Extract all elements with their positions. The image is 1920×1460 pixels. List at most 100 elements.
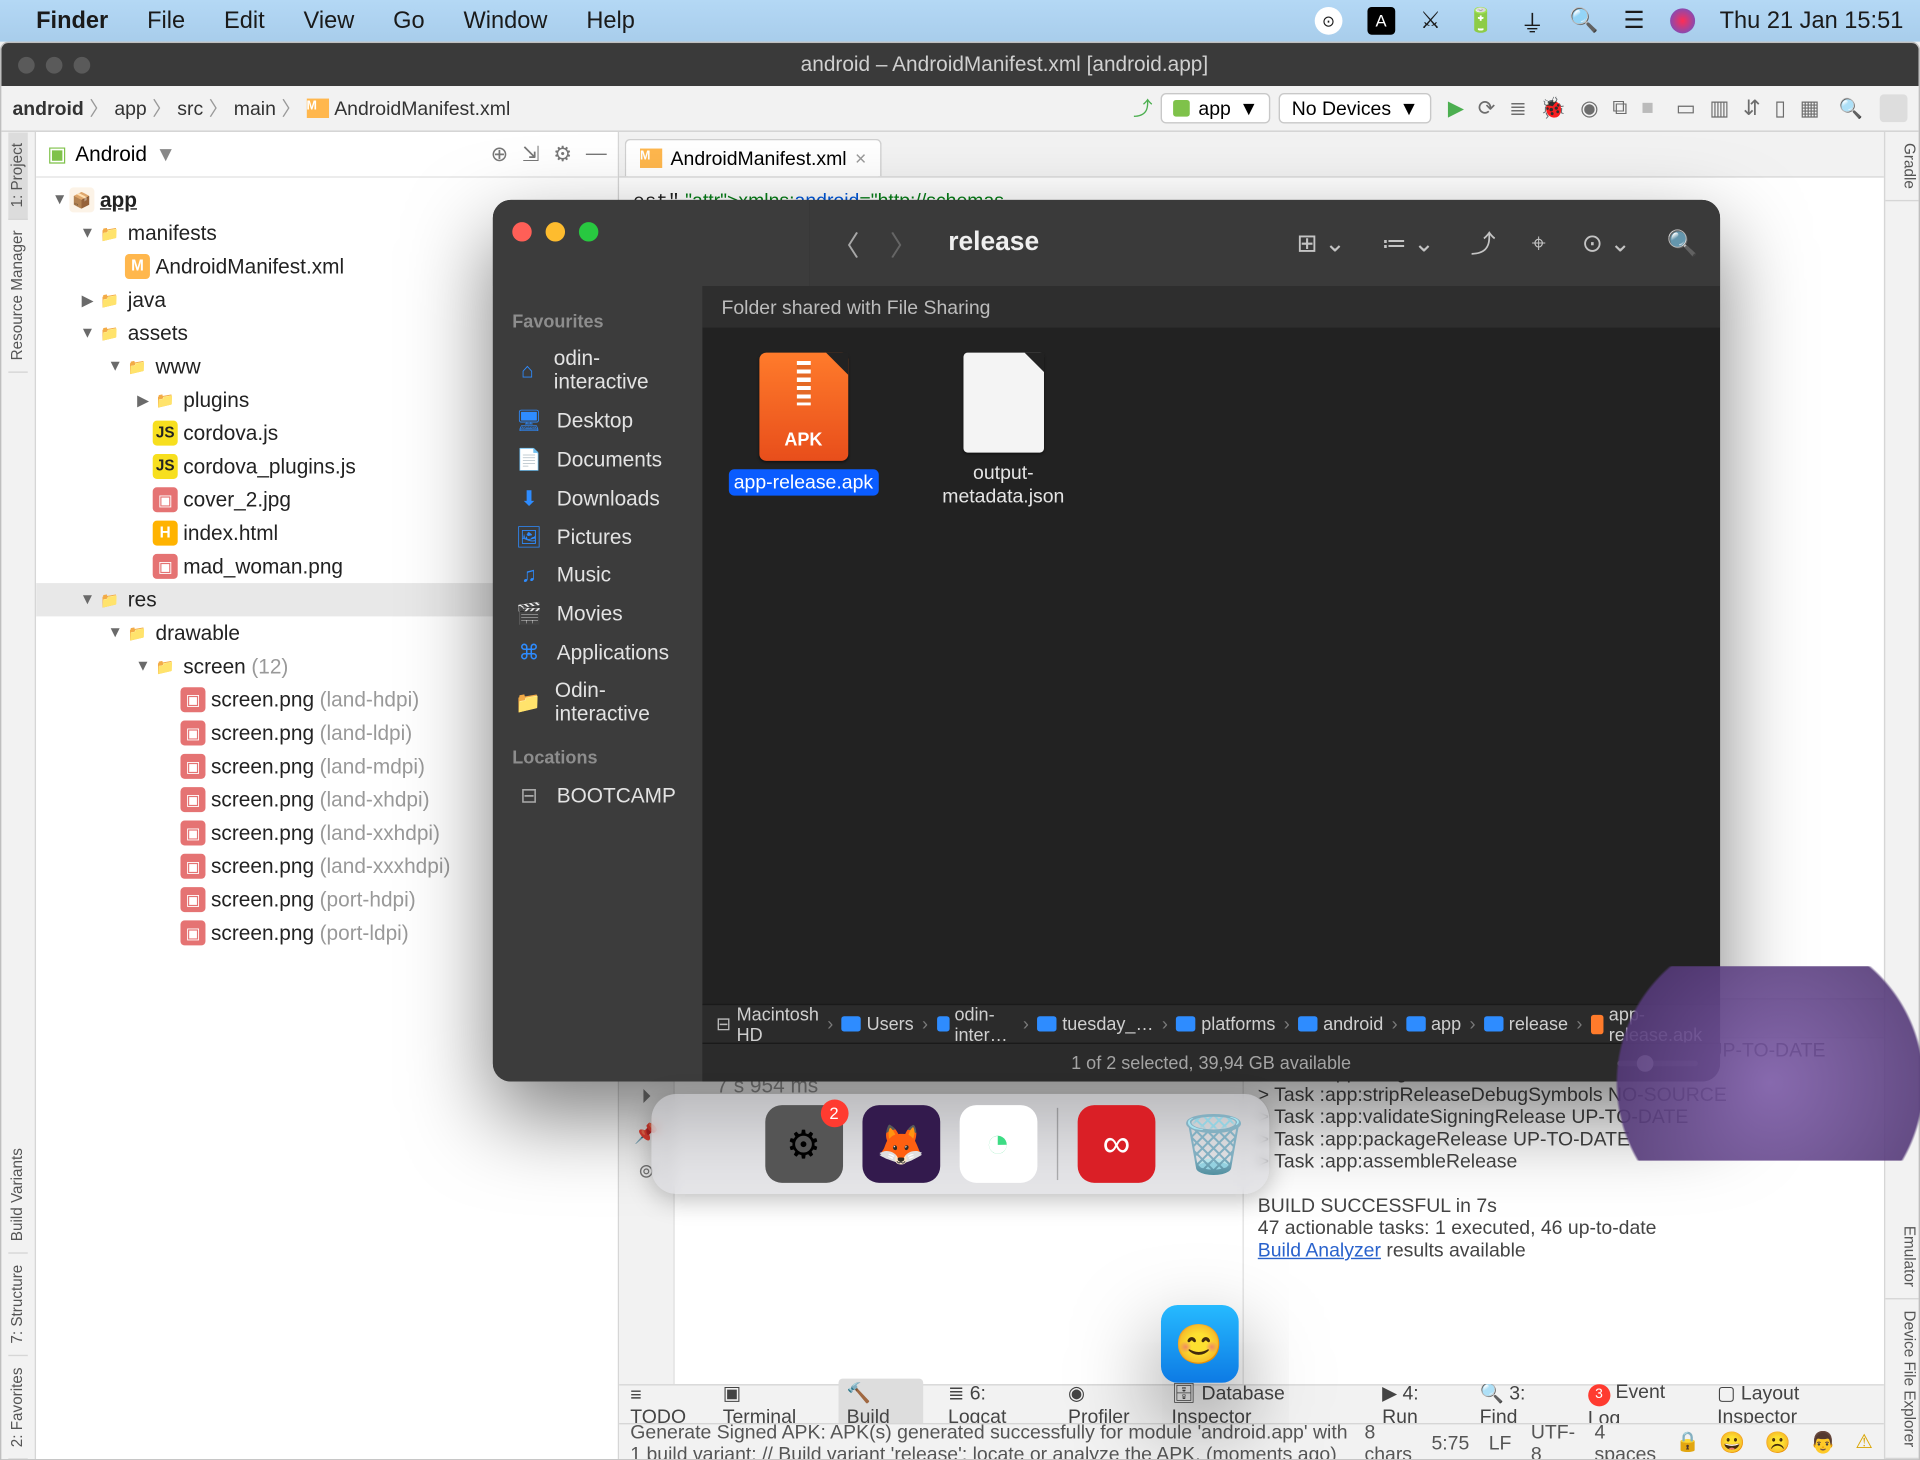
spotlight-icon[interactable]: 🔍 xyxy=(1569,7,1598,35)
sad-icon[interactable]: ☹️ xyxy=(1765,1429,1791,1454)
ide-traffic-lights[interactable] xyxy=(1,56,90,73)
sync-gradle-icon[interactable]: ⇵ xyxy=(1743,96,1760,121)
dock-finder-icon[interactable]: 😊 xyxy=(1160,1305,1238,1383)
back-icon[interactable]: 〈 xyxy=(832,223,860,263)
search-icon[interactable]: 🔍 xyxy=(1667,228,1698,257)
sidebar-item[interactable]: ♫Music xyxy=(507,557,688,594)
device-manager-icon[interactable]: ▯ xyxy=(1774,96,1785,121)
cc-menubar-icon[interactable]: ⊙ xyxy=(1314,7,1342,35)
ide-titlebar[interactable]: android – AndroidManifest.xml [android.a… xyxy=(1,43,1918,86)
dock-android-studio-icon[interactable]: ◔ xyxy=(959,1105,1037,1183)
menu-window[interactable]: Window xyxy=(464,7,548,35)
sidebar-item[interactable]: 🖼Pictures xyxy=(507,518,688,557)
locate-icon[interactable]: ⊕ xyxy=(491,142,508,167)
sidebar-item[interactable]: ⬇Downloads xyxy=(507,479,688,518)
path-segment[interactable]: app xyxy=(1406,1013,1461,1034)
settings-gear-icon[interactable]: ⚙ xyxy=(553,142,572,167)
keyboard-lang-icon[interactable]: A xyxy=(1367,7,1395,35)
run-icon[interactable]: ▶ xyxy=(1448,96,1464,121)
sidebar-item[interactable]: 📁Odin-interactive xyxy=(507,672,688,733)
sidebar-item[interactable]: 🎬Movies xyxy=(507,594,688,633)
gutter-resource-manager[interactable]: Resource Manager xyxy=(8,220,27,373)
stop-icon[interactable]: ■ xyxy=(1641,96,1654,121)
gutter-favorites[interactable]: 2: Favorites xyxy=(8,1356,27,1459)
close-tab-icon[interactable]: × xyxy=(855,147,866,169)
tags-icon[interactable]: ⌖ xyxy=(1532,228,1546,257)
dock-settings-icon[interactable]: ⚙2 xyxy=(765,1105,843,1183)
group-by-icon[interactable]: ≔ ⌄ xyxy=(1382,228,1435,257)
forward-icon[interactable]: 〉 xyxy=(890,223,918,263)
sidebar-item[interactable]: ⌂odin-interactive xyxy=(507,340,688,401)
menu-app-name[interactable]: Finder xyxy=(36,7,108,35)
path-segment[interactable]: odin-inter… xyxy=(936,1004,1014,1043)
status-line-ending[interactable]: LF xyxy=(1489,1431,1512,1453)
battery-icon[interactable]: 🔋 xyxy=(1466,7,1495,35)
file-item[interactable]: output- metadata.json xyxy=(927,353,1080,508)
bluetooth-off-icon[interactable]: ⚔ xyxy=(1420,7,1441,35)
filter-icon[interactable]: ⏵ xyxy=(641,1084,651,1108)
lock-icon[interactable]: 🔒 xyxy=(1676,1430,1700,1454)
gutter-project[interactable]: 1: Project xyxy=(8,132,27,220)
close-window-icon[interactable] xyxy=(512,222,531,241)
menu-view[interactable]: View xyxy=(304,7,355,35)
layout-validation-icon[interactable]: ▦ xyxy=(1800,96,1820,121)
status-indent[interactable]: 4 spaces xyxy=(1595,1420,1657,1460)
minimize-window-icon[interactable] xyxy=(546,222,565,241)
breadcrumb[interactable]: android〉 app〉 src〉 main〉 M AndroidManife… xyxy=(12,94,510,122)
editor-tab-manifest[interactable]: M AndroidManifest.xml × xyxy=(625,139,882,176)
attach-debugger-icon[interactable]: ⧉ xyxy=(1612,96,1627,121)
file-grid[interactable]: APKapp-release.apk output- metadata.json xyxy=(702,328,1720,1004)
device-selector[interactable]: No Devices▼ xyxy=(1279,93,1431,124)
path-segment[interactable]: app-release.apk xyxy=(1591,1004,1707,1043)
avd-manager-icon[interactable]: ▭ xyxy=(1676,96,1696,121)
module-selector[interactable]: app▼ xyxy=(1161,93,1271,124)
sdk-manager-icon[interactable]: ▥ xyxy=(1709,96,1729,121)
project-view-mode[interactable]: Android xyxy=(75,142,147,166)
ide-avatar-icon[interactable] xyxy=(1880,94,1908,122)
gutter-emulator[interactable]: Emulator xyxy=(1885,1214,1918,1299)
path-segment[interactable]: platforms xyxy=(1176,1013,1275,1034)
status-encoding[interactable]: UTF-8 xyxy=(1531,1420,1575,1460)
dock-firefox-icon[interactable]: 🦊 xyxy=(862,1105,940,1183)
run-config-icon[interactable]: ≣ xyxy=(1509,96,1526,121)
expand-icon[interactable]: ⇲ xyxy=(522,142,539,167)
sidebar-item[interactable]: ⊟BOOTCAMP xyxy=(507,776,688,815)
happy-icon[interactable]: 😀 xyxy=(1719,1429,1745,1454)
finder-traffic-lights[interactable] xyxy=(493,200,810,286)
hide-panel-icon[interactable]: — xyxy=(586,142,607,167)
sidebar-item[interactable]: ⌘Applications xyxy=(507,633,688,672)
profile-icon[interactable]: ◉ xyxy=(1580,96,1598,121)
path-segment[interactable]: ⊟Macintosh HD xyxy=(716,1004,819,1043)
view-mode-icon[interactable]: ⊞ ⌄ xyxy=(1297,228,1346,257)
actions-icon[interactable]: ⊙ ⌄ xyxy=(1582,228,1631,257)
path-segment[interactable]: release xyxy=(1484,1013,1568,1034)
gutter-structure[interactable]: 7: Structure xyxy=(8,1253,27,1356)
menubar-clock[interactable]: Thu 21 Jan 15:51 xyxy=(1720,7,1904,35)
icon-size-slider[interactable] xyxy=(1617,1060,1698,1066)
control-center-icon[interactable]: ☰ xyxy=(1623,7,1644,35)
make-project-icon[interactable]: ⤴ xyxy=(1133,94,1152,122)
inspections-icon[interactable]: ⚠ xyxy=(1855,1430,1872,1454)
menu-help[interactable]: Help xyxy=(586,7,635,35)
search-everywhere-icon[interactable]: 🔍 xyxy=(1839,96,1863,120)
gutter-device-file-explorer[interactable]: Device File Explorer xyxy=(1885,1299,1918,1459)
sidebar-item[interactable]: 🖥Desktop xyxy=(507,401,688,440)
file-item[interactable]: APKapp-release.apk xyxy=(727,353,880,496)
path-segment[interactable]: tuesday_… xyxy=(1037,1013,1153,1034)
apply-changes-icon[interactable]: ⟳ xyxy=(1478,96,1495,121)
path-bar[interactable]: ⊟Macintosh HD›Users›odin-inter…›tuesday_… xyxy=(702,1004,1720,1043)
gutter-build-variants[interactable]: Build Variants xyxy=(8,1136,27,1253)
menu-edit[interactable]: Edit xyxy=(224,7,265,35)
status-message[interactable]: Generate Signed APK: APK(s) generated su… xyxy=(630,1420,1350,1460)
dock-trash-icon[interactable]: 🗑️ xyxy=(1175,1105,1253,1183)
menu-go[interactable]: Go xyxy=(393,7,424,35)
status-caret-pos[interactable]: 5:75 xyxy=(1431,1431,1469,1453)
sidebar-item[interactable]: 📄Documents xyxy=(507,440,688,479)
build-analyzer-link[interactable]: Build Analyzer xyxy=(1258,1238,1381,1260)
path-segment[interactable]: Users xyxy=(842,1013,914,1034)
path-segment[interactable]: android xyxy=(1298,1013,1383,1034)
debug-icon[interactable]: 🐞 xyxy=(1540,96,1566,121)
menu-file[interactable]: File xyxy=(147,7,185,35)
man-icon[interactable]: 👨 xyxy=(1810,1429,1836,1454)
wifi-icon[interactable]: ⏚ xyxy=(1521,3,1545,38)
